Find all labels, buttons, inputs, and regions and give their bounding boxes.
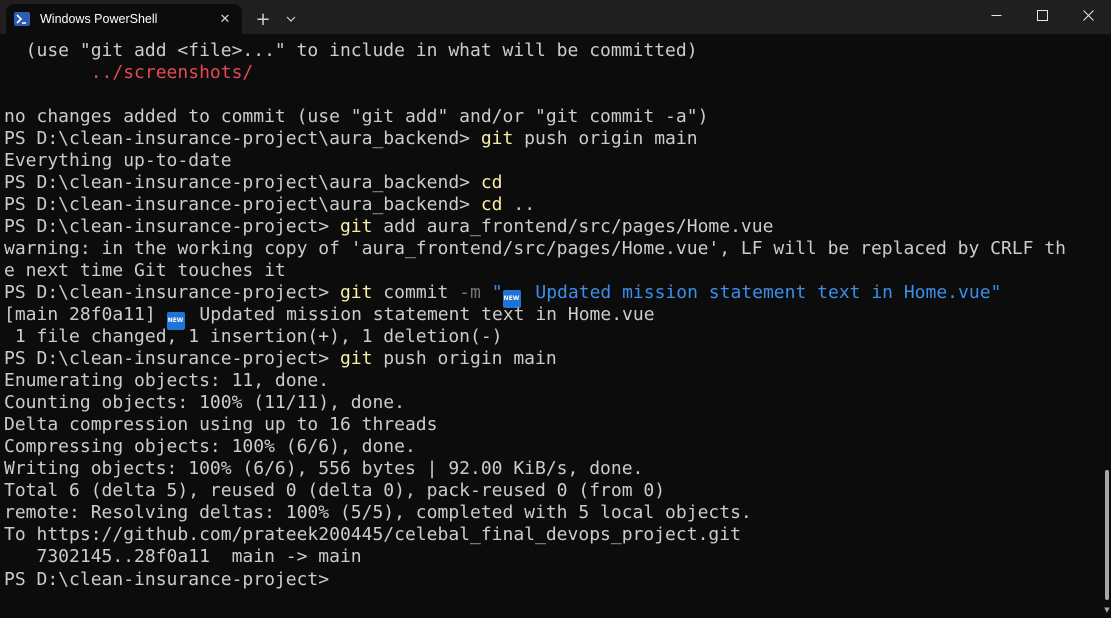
terminal-line: PS D:\clean-insurance-project\aura_backe… [4,128,1100,150]
terminal-line: Writing objects: 100% (6/6), 556 bytes |… [4,458,1100,480]
terminal-text: PS D:\clean-insurance-project> [4,348,340,369]
terminal-line: To https://github.com/prateek200445/cele… [4,524,1100,546]
terminal-text: [main 28f0a11] [4,304,167,325]
terminal-text: cd [480,172,503,193]
terminal-line: warning: in the working copy of 'aura_fr… [4,238,1100,260]
terminal-text: To https://github.com/prateek200445/cele… [4,524,741,545]
terminal-text: git [339,282,373,303]
maximize-button[interactable] [1019,0,1065,30]
scroll-down-arrow-icon[interactable]: ▼ [1103,606,1111,614]
terminal-text: PS D:\clean-insurance-project> [4,569,340,590]
terminal-text: no changes added to commit (use "git add… [4,106,709,127]
terminal-line: PS D:\clean-insurance-project> git push … [4,348,1100,370]
terminal-text: cd [480,194,503,215]
terminal-text: -m [459,282,481,303]
terminal-line: e next time Git touches it [4,260,1100,282]
terminal-text: push origin main [372,348,557,369]
terminal-line: 1 file changed, 1 insertion(+), 1 deleti… [4,326,1100,348]
terminal-text: push origin main [513,128,698,149]
terminal-text: Updated mission statement text in Home.v… [524,282,1002,303]
terminal-text: Updated mission statement text in Home.v… [188,304,655,325]
tab-label: Windows PowerShell [40,12,158,26]
terminal-line: PS D:\clean-insurance-project\aura_backe… [4,194,1100,216]
terminal-text: " [480,282,503,303]
terminal-line: remote: Resolving deltas: 100% (5/5), co… [4,502,1100,524]
terminal-line: Total 6 (delta 5), reused 0 (delta 0), p… [4,480,1100,502]
scrollbar-thumb[interactable] [1105,470,1109,600]
close-window-button[interactable] [1065,0,1111,30]
terminal-text: git [339,216,373,237]
terminal-text: .. [502,194,536,215]
powershell-icon [14,12,30,26]
terminal-text: ../screenshots/ [90,62,254,83]
terminal-text: Enumerating objects: 11, done. [4,370,330,391]
terminal-text: Writing objects: 100% (6/6), 556 bytes |… [4,458,644,479]
terminal-text: (use "git add <file>..." to include in w… [4,40,698,61]
terminal-line: Everything up-to-date [4,150,1100,172]
terminal-line: [main 28f0a11] NEW Updated mission state… [4,304,1100,330]
terminal-text: add aura_frontend/src/pages/Home.vue [372,216,774,237]
chevron-down-icon[interactable] [278,4,304,34]
terminal-line: (use "git add <file>..." to include in w… [4,40,1100,62]
new-tab-button[interactable]: + [248,4,278,34]
terminal-line: PS D:\clean-insurance-project> git commi… [4,282,1100,308]
terminal-text: Everything up-to-date [4,150,232,171]
terminal-text: commit [372,282,460,303]
close-tab-icon[interactable]: ✕ [216,10,234,28]
terminal-text: 7302145..28f0a11 main -> main [4,546,362,567]
terminal-text: PS D:\clean-insurance-project\aura_backe… [4,128,481,149]
title-bar: Windows PowerShell ✕ + [0,0,1111,34]
terminal-text: PS D:\clean-insurance-project\aura_backe… [4,194,481,215]
minimize-button[interactable] [973,0,1019,30]
terminal-text: git [339,348,373,369]
terminal-line: Counting objects: 100% (11/11), done. [4,392,1100,414]
terminal-line: Delta compression using up to 16 threads [4,414,1100,436]
terminal-line: 7302145..28f0a11 main -> main [4,546,1100,568]
terminal-text: PS D:\clean-insurance-project> [4,216,340,237]
terminal-line: Compressing objects: 100% (6/6), done. [4,436,1100,458]
terminal-text: PS D:\clean-insurance-project> [4,282,340,303]
terminal-line: PS D:\clean-insurance-project\aura_backe… [4,172,1100,194]
terminal-cursor [340,568,350,588]
terminal-text: Total 6 (delta 5), reused 0 (delta 0), p… [4,480,666,501]
window-controls [973,0,1111,34]
terminal-line: PS D:\clean-insurance-project> [4,568,1100,590]
terminal-text: Delta compression using up to 16 threads [4,414,438,435]
terminal-line: ../screenshots/ [4,62,1100,84]
terminal-text: warning: in the working copy of 'aura_fr… [4,238,1067,259]
terminal-line: Enumerating objects: 11, done. [4,370,1100,392]
terminal-text: git [480,128,514,149]
terminal-text: 1 file changed, 1 insertion(+), 1 deleti… [4,326,503,347]
terminal-text: PS D:\clean-insurance-project\aura_backe… [4,172,481,193]
terminal-output[interactable]: (use "git add <file>..." to include in w… [0,36,1100,618]
terminal-text: Compressing objects: 100% (6/6), done. [4,436,416,457]
terminal-text: e next time Git touches it [4,260,286,281]
terminal-line: PS D:\clean-insurance-project> git add a… [4,216,1100,238]
terminal-line: no changes added to commit (use "git add… [4,106,1100,128]
terminal-text: remote: Resolving deltas: 100% (5/5), co… [4,502,752,523]
terminal-text: Counting objects: 100% (11/11), done. [4,392,405,413]
tab-windows-powershell[interactable]: Windows PowerShell ✕ [6,4,242,34]
